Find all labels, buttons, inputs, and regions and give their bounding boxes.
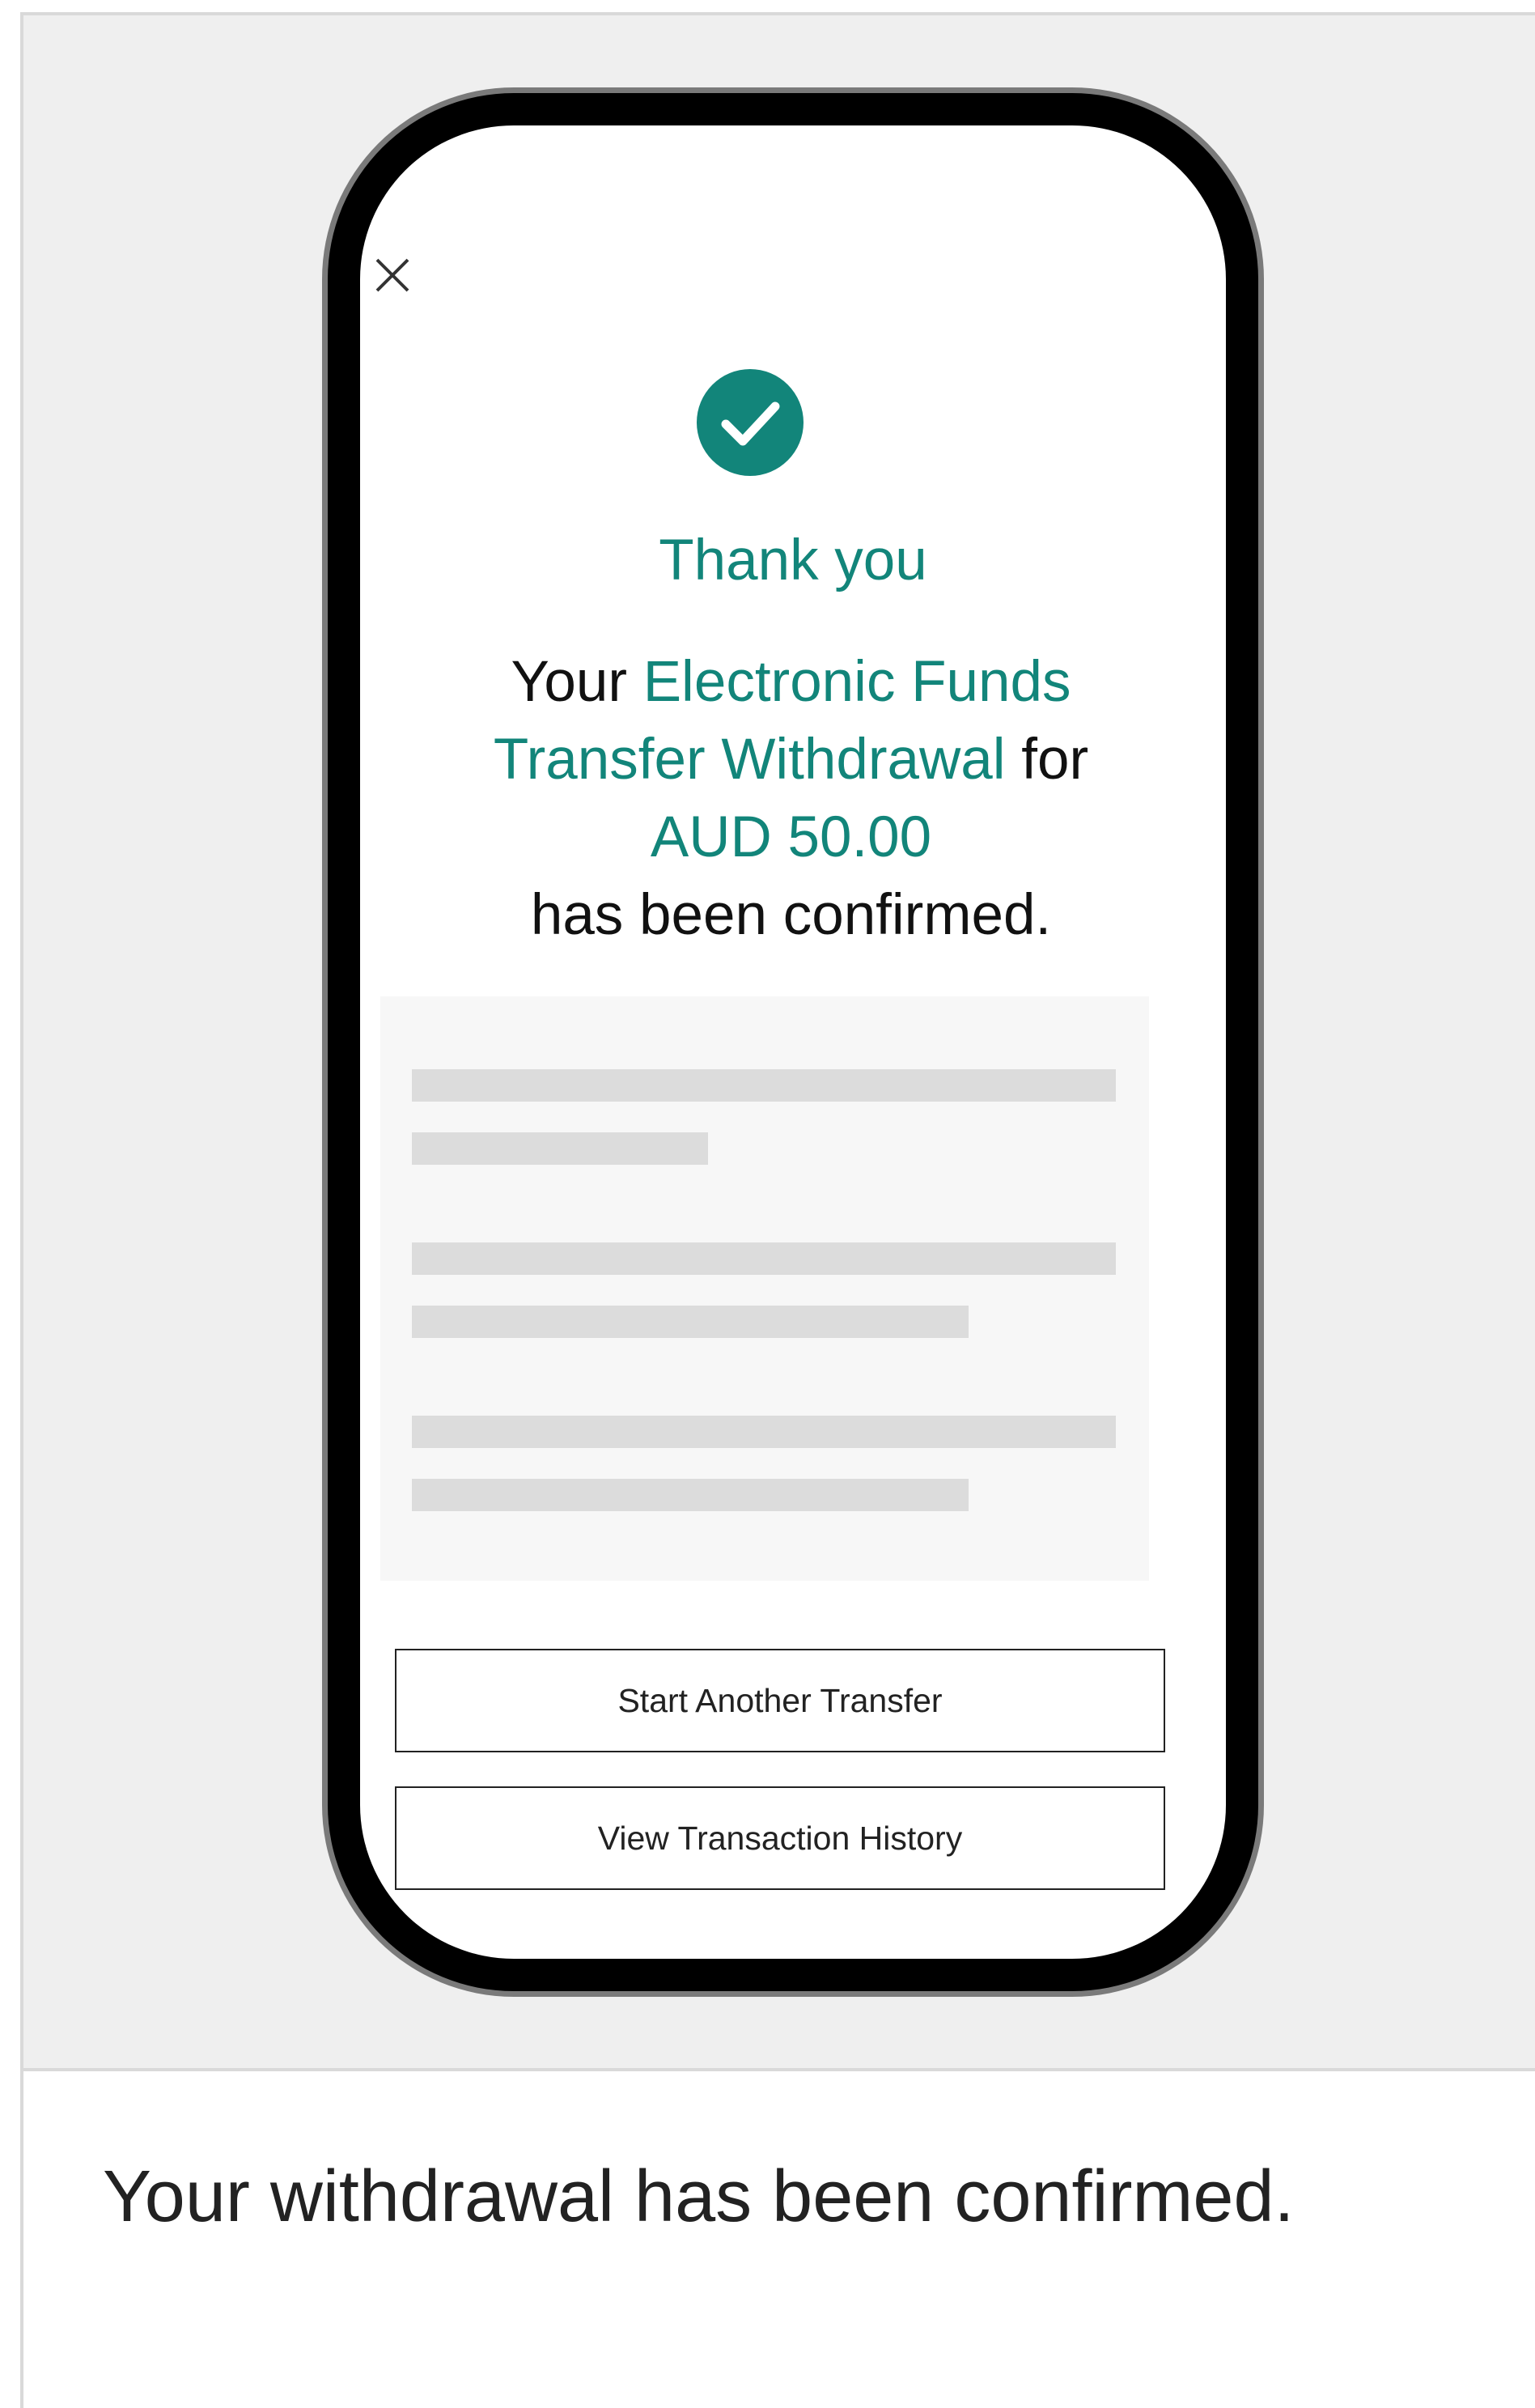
thank-you-heading: Thank you xyxy=(659,529,927,592)
confirmation-card: Thank you Your Electronic Funds Transfer… xyxy=(20,12,1535,2408)
placeholder-line xyxy=(412,1479,969,1511)
placeholder-line xyxy=(412,1132,708,1165)
check-circle-icon xyxy=(697,369,804,476)
message-prefix: Your xyxy=(511,650,627,714)
view-transaction-history-button[interactable]: View Transaction History xyxy=(395,1786,1165,1890)
confirmation-message: Your Electronic Funds Transfer Withdrawa… xyxy=(409,643,1173,954)
placeholder-line xyxy=(412,1242,1116,1275)
phone-illustration-panel: Thank you Your Electronic Funds Transfer… xyxy=(23,15,1535,2071)
close-icon[interactable] xyxy=(372,255,413,295)
start-another-transfer-button[interactable]: Start Another Transfer xyxy=(395,1649,1165,1752)
message-suffix: has been confirmed. xyxy=(530,883,1052,947)
placeholder-line xyxy=(412,1306,969,1338)
message-connector: for xyxy=(1021,728,1089,792)
placeholder-line xyxy=(412,1416,1116,1448)
placeholder-line xyxy=(412,1069,1116,1102)
details-placeholder xyxy=(380,996,1149,1581)
phone-frame: Thank you Your Electronic Funds Transfer… xyxy=(328,93,1258,1991)
phone-screen: Thank you Your Electronic Funds Transfer… xyxy=(360,125,1226,1959)
caption-text: Your withdrawal has been confirmed. xyxy=(103,2156,1295,2237)
transfer-amount: AUD 50.00 xyxy=(650,805,932,869)
